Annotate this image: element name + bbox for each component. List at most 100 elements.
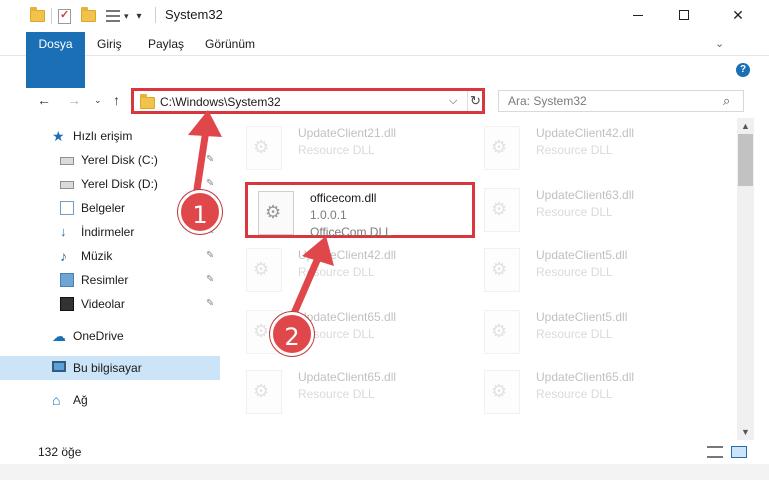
cloud-icon: ☁: [52, 328, 66, 344]
file-name: UpdateClient5.dll: [536, 310, 628, 324]
address-dropdown-icon[interactable]: ⌵: [449, 95, 457, 108]
bottom-strip: [0, 464, 769, 480]
pin-icon[interactable]: ✎: [206, 148, 214, 172]
list-item-selected[interactable]: officecom.dll 1.0.0.1 OfficeCom DLL: [245, 182, 475, 239]
address-bar[interactable]: C:\Windows\System32 ⌵ ↻: [131, 88, 485, 114]
pictures-icon: [60, 273, 74, 287]
sidebar-item-onedrive[interactable]: ☁ OneDrive: [0, 324, 220, 348]
window-title: System32: [165, 7, 223, 22]
sidebar-item-music[interactable]: ♪ Müzik ✎: [0, 244, 220, 268]
file-name: UpdateClient65.dll: [298, 370, 397, 384]
file-type: Resource DLL: [298, 265, 375, 279]
sidebar-item-label: OneDrive: [73, 329, 124, 343]
divider: [51, 8, 52, 24]
file-name: UpdateClient65.dll: [298, 310, 397, 324]
network-icon: ⌂: [52, 392, 61, 408]
file-name: UpdateClient5.dll: [536, 248, 628, 262]
file-type: Resource DLL: [298, 387, 375, 401]
maximize-icon: [679, 10, 689, 20]
forward-button[interactable]: →: [67, 92, 81, 108]
expand-ribbon-icon[interactable]: ⌄: [715, 37, 724, 50]
tab-share[interactable]: Paylaş: [148, 32, 184, 56]
properties-icon[interactable]: [58, 8, 71, 24]
address-row: ← → ⌄ ↑ C:\Windows\System32 ⌵ ↻ Ara: Sys…: [0, 86, 769, 116]
file-name: UpdateClient42.dll: [536, 126, 635, 140]
callout-badge-1: 1: [178, 190, 222, 234]
search-icon[interactable]: ⌕: [723, 93, 730, 109]
file-name: UpdateClient21.dll: [298, 126, 397, 140]
pin-icon[interactable]: ✎: [206, 292, 214, 316]
help-icon[interactable]: ?: [736, 63, 750, 77]
ribbon-tabs: Dosya Giriş Paylaş Görünüm ⌄: [0, 30, 769, 88]
sidebar-item-label: Hızlı erişim: [73, 129, 133, 143]
large-icons-view-icon[interactable]: [731, 446, 747, 458]
sidebar-item-label: Yerel Disk (D:): [81, 177, 158, 191]
address-path[interactable]: C:\Windows\System32: [160, 95, 281, 109]
sidebar-item-label: İndirmeler: [81, 225, 135, 239]
scroll-up-icon[interactable]: ▲: [741, 121, 750, 131]
list-item[interactable]: UpdateClient65.dll Resource DLL: [236, 364, 466, 420]
list-item[interactable]: UpdateClient42.dll Resource DLL: [236, 242, 466, 298]
tab-view[interactable]: Görünüm: [205, 32, 255, 56]
customize-toolbar-icon[interactable]: ▾: [137, 11, 142, 22]
quick-access-toolbar: ▾ ▾: [30, 7, 142, 25]
scrollbar-thumb[interactable]: [738, 134, 753, 186]
list-item[interactable]: UpdateClient42.dll Resource DLL: [474, 120, 704, 176]
recent-locations-button[interactable]: ⌄: [94, 95, 102, 106]
title-bar: ▾ ▾ System32 ✕: [0, 0, 769, 30]
file-name: officecom.dll: [310, 191, 377, 205]
view-menu-icon[interactable]: [106, 10, 120, 22]
minimize-icon: [633, 14, 643, 16]
file-type: Resource DLL: [536, 387, 613, 401]
list-item[interactable]: UpdateClient63.dll Resource DLL: [474, 182, 704, 238]
file-type: Resource DLL: [536, 327, 613, 341]
sidebar-item-this-pc[interactable]: Bu bilgisayar: [0, 356, 220, 380]
new-folder-icon[interactable]: [81, 7, 96, 22]
sidebar-item-quick-access[interactable]: ★ Hızlı erişim: [0, 124, 220, 148]
sidebar-item-videos[interactable]: Videolar ✎: [0, 292, 220, 316]
file-type: Resource DLL: [298, 143, 375, 157]
scroll-down-icon[interactable]: ▼: [741, 427, 750, 437]
list-item[interactable]: UpdateClient5.dll Resource DLL: [474, 304, 704, 360]
minimize-button[interactable]: [615, 0, 661, 30]
dll-file-icon: [484, 248, 520, 292]
file-name: UpdateClient63.dll: [536, 188, 635, 202]
sidebar-item-local-disk-d[interactable]: Yerel Disk (D:) ✎: [0, 172, 220, 196]
list-item[interactable]: UpdateClient5.dll Resource DLL: [474, 242, 704, 298]
videos-icon: [60, 297, 74, 311]
sidebar-item-local-disk-c[interactable]: Yerel Disk (C:) ✎: [0, 148, 220, 172]
pin-icon[interactable]: ✎: [206, 244, 214, 268]
item-count: 132 öğe: [38, 445, 82, 459]
back-button[interactable]: ←: [37, 92, 51, 108]
search-input[interactable]: Ara: System32 ⌕: [498, 90, 744, 112]
sidebar-item-label: Müzik: [81, 249, 113, 263]
tab-file[interactable]: Dosya: [26, 32, 85, 88]
sidebar-item-label: Videolar: [81, 297, 125, 311]
up-button[interactable]: ↑: [113, 92, 120, 108]
tab-home[interactable]: Giriş: [97, 32, 122, 56]
sidebar-item-network[interactable]: ⌂ Ağ: [0, 388, 220, 412]
file-name: UpdateClient65.dll: [536, 370, 635, 384]
chevron-down-icon[interactable]: ▾: [124, 11, 129, 22]
dll-file-icon: [484, 126, 520, 170]
music-icon: ♪: [60, 248, 67, 264]
pin-icon[interactable]: ✎: [206, 268, 214, 292]
dll-file-icon: [484, 310, 520, 354]
drive-icon: [60, 181, 74, 189]
file-type: Resource DLL: [536, 143, 613, 157]
list-item[interactable]: UpdateClient21.dll Resource DLL: [236, 120, 466, 176]
sidebar-item-label: Yerel Disk (C:): [81, 153, 158, 167]
vertical-scrollbar[interactable]: ▲ ▼: [737, 118, 754, 440]
divider: [155, 7, 156, 23]
file-type: OfficeCom DLL: [310, 225, 392, 239]
refresh-icon[interactable]: ↻: [467, 91, 483, 111]
close-button[interactable]: ✕: [707, 0, 769, 30]
sidebar-item-pictures[interactable]: Resimler ✎: [0, 268, 220, 292]
list-item[interactable]: UpdateClient65.dll Resource DLL: [474, 364, 704, 420]
maximize-button[interactable]: [661, 0, 707, 30]
details-view-icon[interactable]: [707, 446, 723, 458]
sidebar-item-label: Ağ: [73, 393, 88, 407]
file-name: UpdateClient42.dll: [298, 248, 397, 262]
file-version: 1.0.0.1: [310, 208, 347, 222]
dll-file-icon: [246, 248, 282, 292]
